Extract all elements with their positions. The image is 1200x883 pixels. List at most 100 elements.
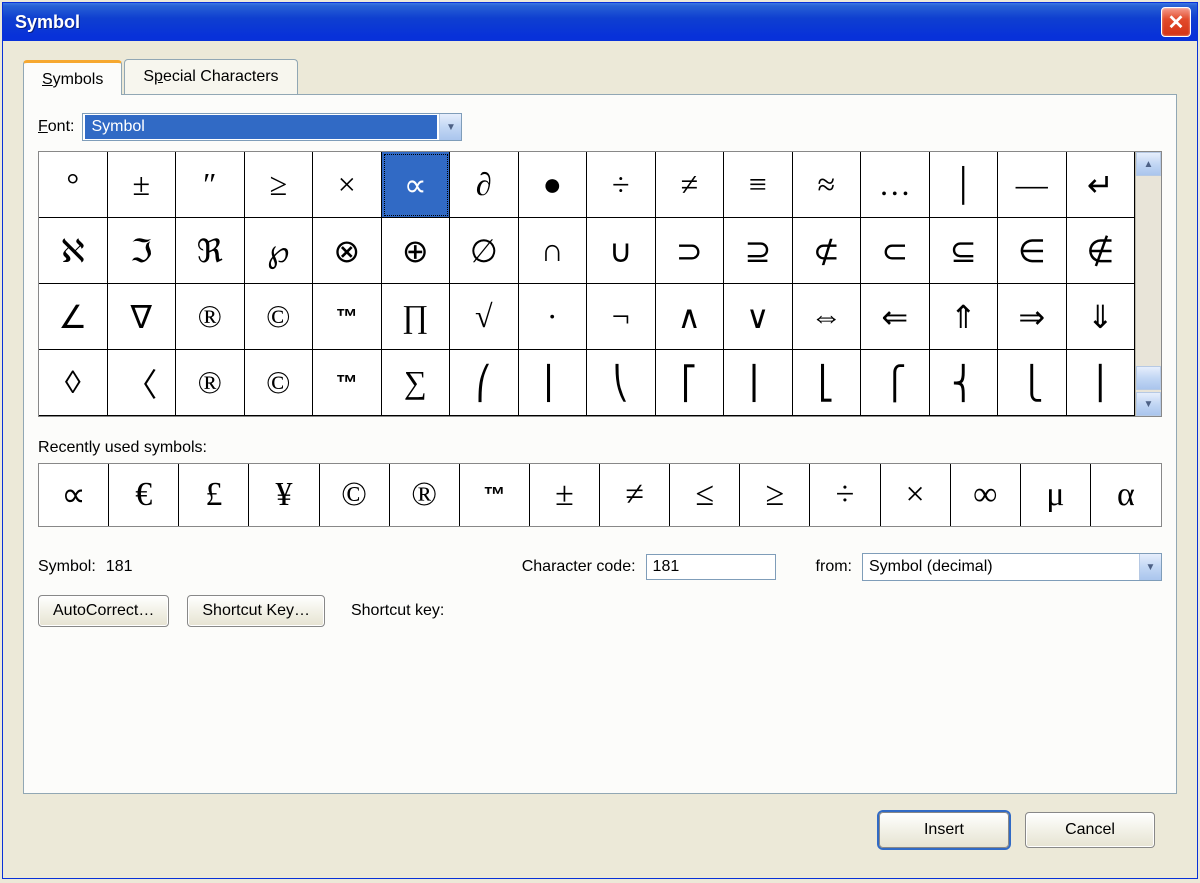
symbol-cell[interactable]: ⎨ (930, 350, 999, 416)
symbol-cell[interactable]: © (245, 350, 314, 416)
character-code-input[interactable] (646, 554, 776, 580)
symbol-cell[interactable]: ∅ (450, 218, 519, 284)
symbol-cell[interactable]: ⇓ (1067, 284, 1136, 350)
symbol-cell[interactable]: ⎩ (998, 350, 1067, 416)
scroll-down-button[interactable]: ▼ (1136, 392, 1161, 416)
tab-special-characters[interactable]: Special Characters (124, 59, 297, 94)
symbol-cell[interactable]: ⊕ (382, 218, 451, 284)
symbol-cell[interactable]: ℜ (176, 218, 245, 284)
font-select[interactable]: Symbol ▼ (82, 113, 462, 141)
symbol-cell[interactable]: ⎧ (861, 350, 930, 416)
symbol-cell[interactable]: ⎣ (793, 350, 862, 416)
symbol-cell[interactable]: ≈ (793, 152, 862, 218)
symbol-cell[interactable]: ∉ (1067, 218, 1136, 284)
symbol-cell[interactable]: ⊄ (793, 218, 862, 284)
symbol-cell[interactable]: © (245, 284, 314, 350)
symbol-cell[interactable]: ⇑ (930, 284, 999, 350)
symbol-cell[interactable]: ∂ (450, 152, 519, 218)
symbol-cell[interactable]: ↵ (1067, 152, 1136, 218)
close-button[interactable]: ✕ (1161, 7, 1191, 37)
symbol-cell[interactable]: ⎛ (450, 350, 519, 416)
recent-symbol-cell[interactable]: μ (1021, 464, 1091, 526)
symbol-cell[interactable]: ≠ (656, 152, 725, 218)
symbol-cell[interactable]: ™ (313, 284, 382, 350)
symbol-cell[interactable]: ¬ (587, 284, 656, 350)
scrollbar[interactable]: ▲ ▼ (1135, 152, 1161, 416)
recent-symbol-cell[interactable]: α (1091, 464, 1161, 526)
symbol-cell[interactable]: ® (176, 284, 245, 350)
recent-grid: ∝€£¥©®™±≠≤≥÷×∞μα (38, 463, 1162, 527)
symbol-cell[interactable]: ⊃ (656, 218, 725, 284)
symbol-cell[interactable]: ® (176, 350, 245, 416)
recent-symbol-cell[interactable]: £ (179, 464, 249, 526)
symbol-cell[interactable]: ≥ (245, 152, 314, 218)
recent-symbol-cell[interactable]: ∝ (39, 464, 109, 526)
symbol-cell[interactable]: √ (450, 284, 519, 350)
recent-symbol-cell[interactable]: ¥ (249, 464, 319, 526)
symbol-cell[interactable]: ⊆ (930, 218, 999, 284)
close-icon: ✕ (1168, 10, 1185, 35)
symbol-cell[interactable]: ℵ (39, 218, 108, 284)
symbol-cell[interactable]: ∩ (519, 218, 588, 284)
symbol-cell[interactable]: ⊂ (861, 218, 930, 284)
symbol-cell[interactable]: ° (39, 152, 108, 218)
symbol-cell[interactable]: 〈 (108, 350, 177, 416)
recent-symbol-cell[interactable]: ≤ (670, 464, 740, 526)
recent-symbol-cell[interactable]: ™ (460, 464, 530, 526)
scroll-up-button[interactable]: ▲ (1136, 152, 1161, 176)
symbol-cell[interactable]: × (313, 152, 382, 218)
symbol-cell[interactable]: ⇐ (861, 284, 930, 350)
symbol-cell[interactable]: │ (930, 152, 999, 218)
symbol-cell[interactable]: ⎜ (519, 350, 588, 416)
recent-symbol-cell[interactable]: € (109, 464, 179, 526)
symbol-cell[interactable]: ∝ (382, 152, 451, 218)
symbol-cell[interactable]: ″ (176, 152, 245, 218)
titlebar: Symbol ✕ (3, 3, 1197, 41)
symbol-cell[interactable]: ⇔ (793, 284, 862, 350)
symbol-cell[interactable]: ℘ (245, 218, 314, 284)
recent-symbol-cell[interactable]: © (320, 464, 390, 526)
cancel-button[interactable]: Cancel (1025, 812, 1155, 848)
symbol-cell[interactable]: ∏ (382, 284, 451, 350)
recent-symbol-cell[interactable]: ÷ (810, 464, 880, 526)
symbol-cell[interactable]: ℑ (108, 218, 177, 284)
insert-button[interactable]: Insert (879, 812, 1009, 848)
symbol-cell[interactable]: ± (108, 152, 177, 218)
symbol-cell[interactable]: … (861, 152, 930, 218)
symbol-cell[interactable]: ⎪ (1067, 350, 1136, 416)
symbol-name-value: 181 (106, 558, 133, 576)
symbol-cell[interactable]: ≡ (724, 152, 793, 218)
recent-symbol-cell[interactable]: × (881, 464, 951, 526)
symbol-cell[interactable]: ∧ (656, 284, 725, 350)
scroll-track[interactable] (1136, 176, 1161, 366)
shortcut-key-button[interactable]: Shortcut Key… (187, 595, 325, 627)
symbol-cell[interactable]: ∠ (39, 284, 108, 350)
symbol-grid-wrap: °±″≥×∝∂●÷≠≡≈…│—↵ ℵℑℜ℘⊗⊕∅∩∪⊃⊇⊄⊂⊆∈∉ ∠∇®©™∏√·… (38, 151, 1162, 417)
symbol-cell[interactable]: ÷ (587, 152, 656, 218)
recent-symbol-cell[interactable]: ≥ (740, 464, 810, 526)
symbol-cell[interactable]: ⇒ (998, 284, 1067, 350)
from-select[interactable]: Symbol (decimal) ▼ (862, 553, 1162, 581)
symbol-cell[interactable]: · (519, 284, 588, 350)
scroll-thumb[interactable] (1136, 366, 1161, 390)
symbol-cell[interactable]: ∨ (724, 284, 793, 350)
recent-symbol-cell[interactable]: ≠ (600, 464, 670, 526)
symbol-cell[interactable]: ⎝ (587, 350, 656, 416)
symbol-cell[interactable]: ∪ (587, 218, 656, 284)
autocorrect-button[interactable]: AutoCorrect… (38, 595, 169, 627)
symbol-cell[interactable]: ∑ (382, 350, 451, 416)
symbol-cell[interactable]: ⊗ (313, 218, 382, 284)
symbol-cell[interactable]: ◊ (39, 350, 108, 416)
tab-symbols[interactable]: Symbols (23, 60, 122, 95)
recent-symbol-cell[interactable]: ∞ (951, 464, 1021, 526)
symbol-cell[interactable]: ⎢ (724, 350, 793, 416)
symbol-cell[interactable]: ● (519, 152, 588, 218)
recent-symbol-cell[interactable]: ® (390, 464, 460, 526)
recent-symbol-cell[interactable]: ± (530, 464, 600, 526)
symbol-cell[interactable]: ™ (313, 350, 382, 416)
symbol-cell[interactable]: ⊇ (724, 218, 793, 284)
symbol-cell[interactable]: ∈ (998, 218, 1067, 284)
symbol-cell[interactable]: ∇ (108, 284, 177, 350)
symbol-cell[interactable]: — (998, 152, 1067, 218)
symbol-cell[interactable]: ⎡ (656, 350, 725, 416)
